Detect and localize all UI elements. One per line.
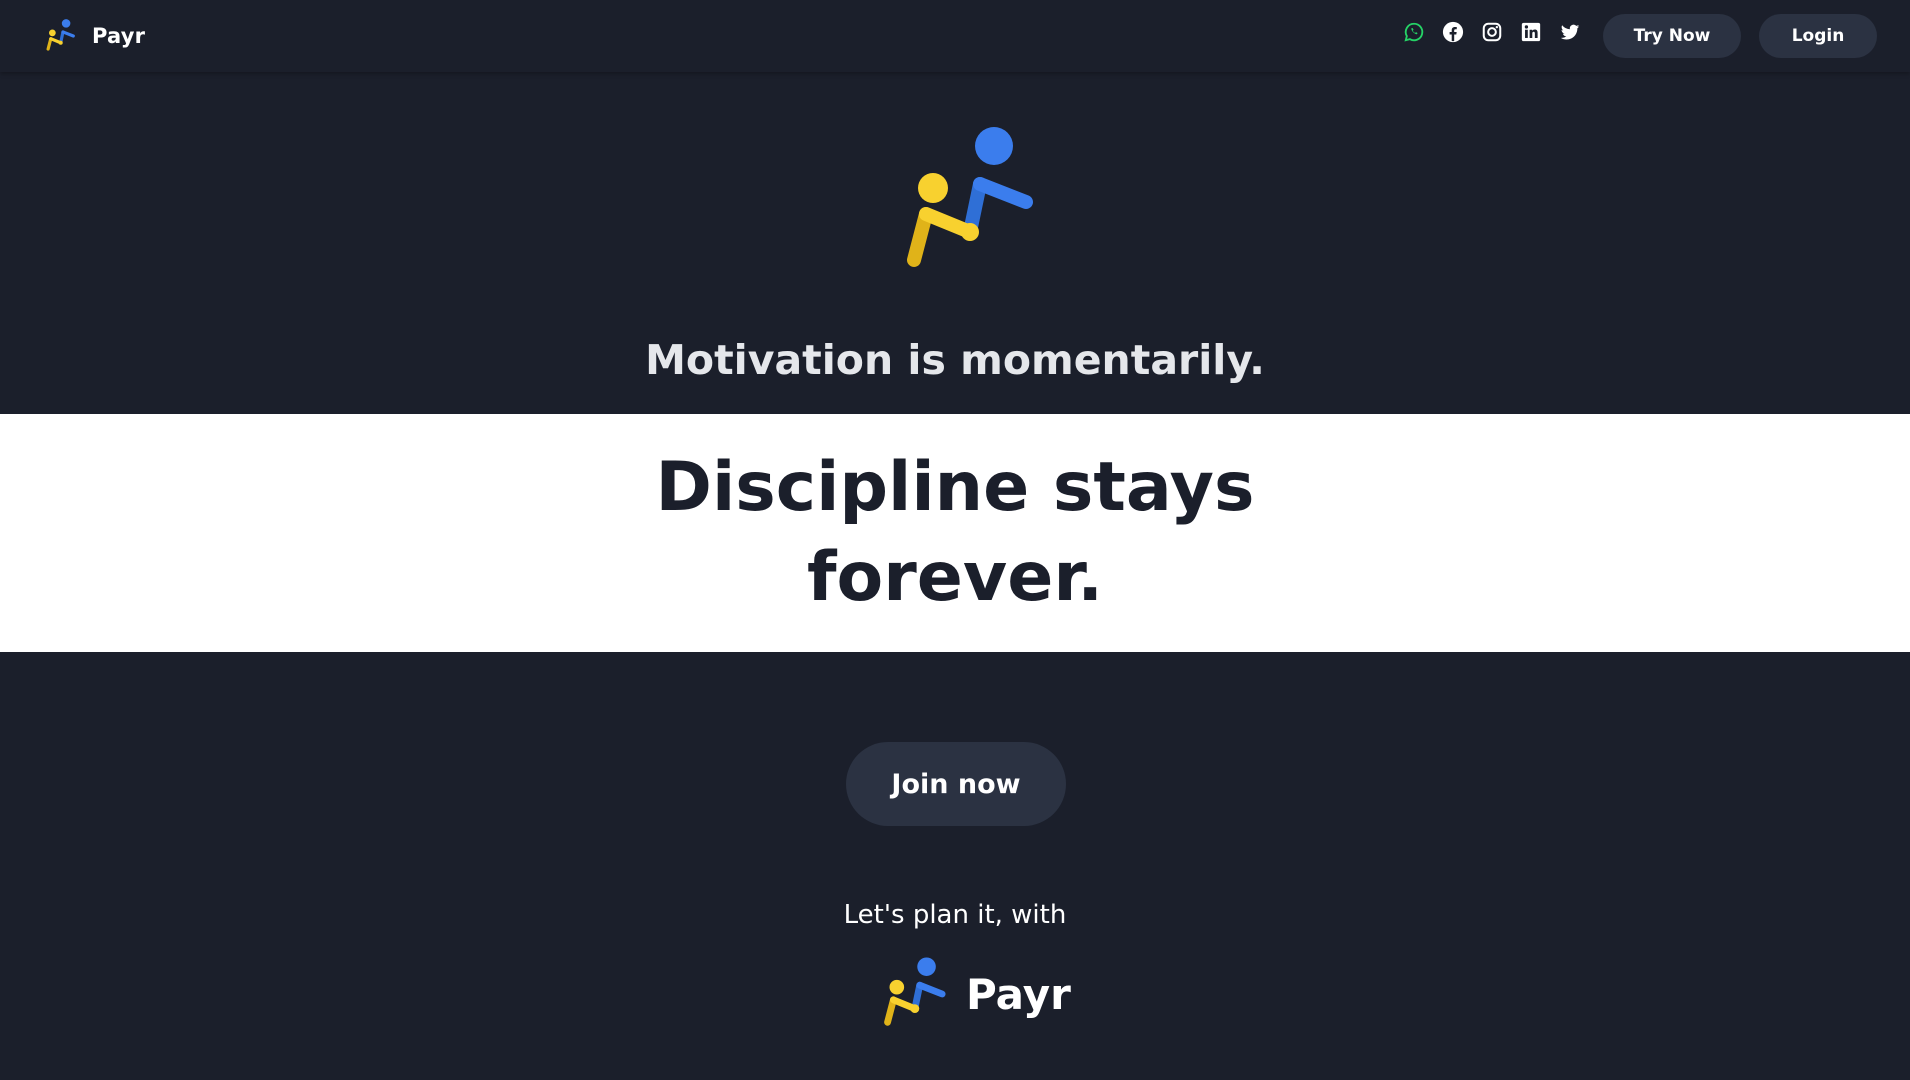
plan-tagline: Let's plan it, with: [843, 900, 1067, 930]
try-now-button[interactable]: Try Now: [1603, 14, 1741, 58]
whatsapp-icon[interactable]: [1402, 20, 1426, 44]
top-navbar: Payr Try Now Login: [0, 0, 1910, 72]
payr-hero-logo-icon: [878, 122, 1038, 282]
discipline-heading: Discipline stays forever.: [655, 448, 1255, 617]
instagram-icon[interactable]: [1480, 20, 1504, 44]
footer-brand: Payr: [870, 955, 1071, 1033]
join-now-button[interactable]: Join now: [846, 742, 1066, 826]
login-button[interactable]: Login: [1759, 14, 1877, 58]
facebook-icon[interactable]: [1441, 20, 1465, 44]
payr-footer-logo-icon: [870, 955, 948, 1033]
payr-logo-icon: [40, 18, 76, 54]
linkedin-icon[interactable]: [1519, 20, 1543, 44]
twitter-icon[interactable]: [1558, 20, 1582, 44]
footer-brand-name: Payr: [966, 969, 1071, 1019]
social-links: [1402, 20, 1582, 44]
brand-name: Payr: [92, 24, 146, 48]
motivation-heading: Motivation is momentarily.: [645, 336, 1265, 384]
brand-home-link[interactable]: Payr: [40, 18, 145, 54]
discipline-band: Discipline stays forever.: [0, 414, 1910, 652]
